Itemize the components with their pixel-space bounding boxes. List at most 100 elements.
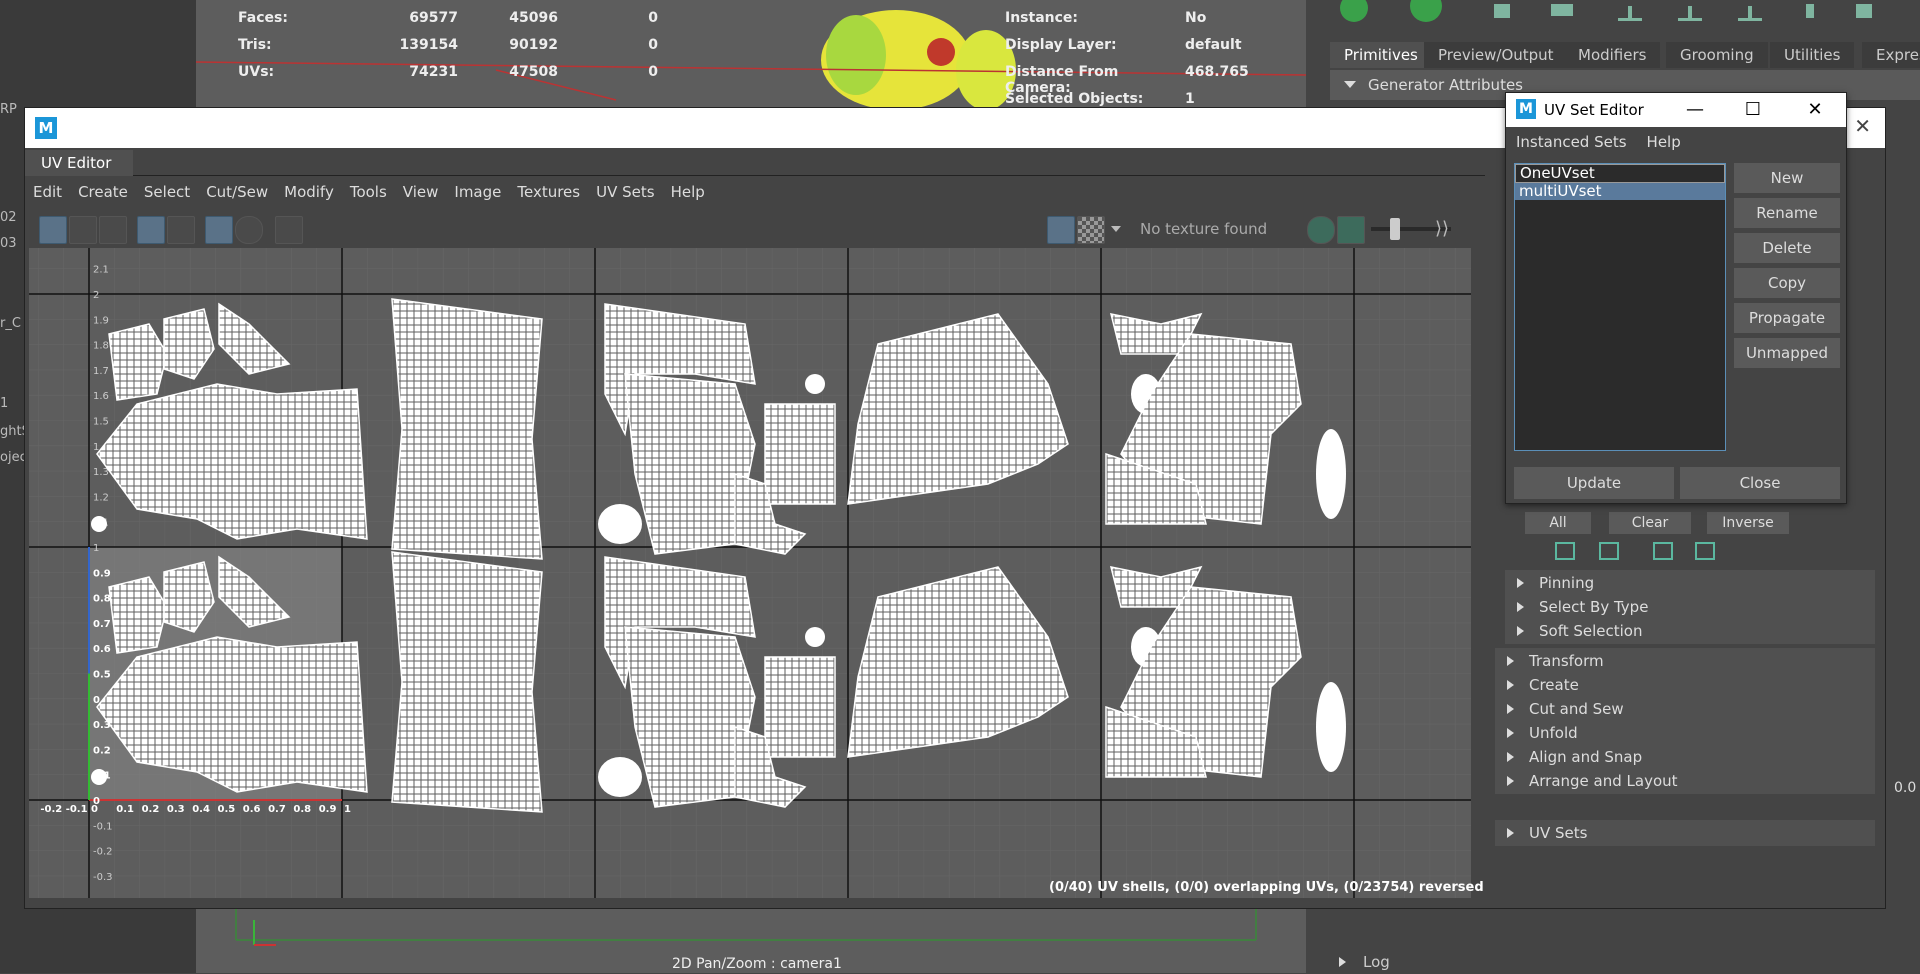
menu-help[interactable]: Help bbox=[1637, 133, 1691, 151]
x-tick-label: 0.4 bbox=[192, 804, 210, 815]
fold-select-by-type[interactable]: Select By Type bbox=[1505, 594, 1875, 620]
menu-uv-sets[interactable]: UV Sets bbox=[588, 183, 662, 201]
menu-select[interactable]: Select bbox=[136, 183, 198, 201]
fold-unfold[interactable]: Unfold bbox=[1495, 720, 1875, 746]
list-item-selected[interactable]: multiUVset bbox=[1515, 183, 1725, 200]
shell-display-icon[interactable] bbox=[69, 216, 97, 244]
value-field[interactable]: 0.0 bbox=[1894, 780, 1916, 796]
copy-button[interactable]: Copy bbox=[1734, 268, 1840, 298]
uv-shell[interactable] bbox=[764, 656, 836, 758]
tab-expressions[interactable]: Expressi bbox=[1862, 42, 1920, 68]
select-shell-icon[interactable] bbox=[1653, 542, 1673, 560]
pixel-snap-icon[interactable] bbox=[167, 216, 195, 244]
y-tick-label: 0.2 bbox=[93, 745, 111, 756]
menu-image[interactable]: Image bbox=[446, 183, 509, 201]
uv-canvas[interactable]: 2.121.91.81.71.61.51.41.31.21.110.90.80.… bbox=[29, 248, 1471, 898]
menu-textures[interactable]: Textures bbox=[509, 183, 588, 201]
uv-shell[interactable] bbox=[1316, 429, 1346, 519]
log-header[interactable]: Log bbox=[1325, 950, 1390, 974]
uv-set-editor-dialog[interactable]: M UV Set Editor — ☐ ✕ Instanced Sets Hel… bbox=[1505, 92, 1847, 504]
fold-align-and-snap[interactable]: Align and Snap bbox=[1495, 744, 1875, 770]
hud-value: 69577 bbox=[409, 10, 458, 26]
tab-uv-editor[interactable]: UV Editor bbox=[25, 150, 133, 176]
uv-shell[interactable] bbox=[847, 313, 1069, 505]
uv-shell[interactable] bbox=[91, 516, 107, 532]
rename-button[interactable]: Rename bbox=[1734, 198, 1840, 228]
menu-create[interactable]: Create bbox=[70, 183, 136, 201]
uv-shell[interactable] bbox=[391, 298, 543, 560]
uv-shell[interactable] bbox=[847, 566, 1069, 758]
camera-icon[interactable] bbox=[275, 216, 303, 244]
uv-set-list[interactable]: OneUVset multiUVset bbox=[1514, 163, 1726, 451]
uv-display-icon[interactable] bbox=[39, 216, 67, 244]
uv-set-editor-titlebar[interactable]: M UV Set Editor — ☐ ✕ bbox=[1506, 93, 1846, 127]
menu-view[interactable]: View bbox=[395, 183, 447, 201]
tab-utilities[interactable]: Utilities bbox=[1770, 42, 1855, 68]
fold-cut-and-sew[interactable]: Cut and Sew bbox=[1495, 696, 1875, 722]
uv-shell[interactable] bbox=[598, 504, 642, 544]
close-button[interactable]: Close bbox=[1680, 467, 1840, 499]
uv-shell[interactable] bbox=[91, 769, 107, 785]
menu-instanced-sets[interactable]: Instanced Sets bbox=[1506, 133, 1637, 151]
tab-primitives[interactable]: Primitives bbox=[1330, 42, 1432, 68]
select-border-icon[interactable] bbox=[1695, 542, 1715, 560]
uv-shell[interactable] bbox=[218, 302, 291, 375]
new-button[interactable]: New bbox=[1734, 163, 1840, 193]
select-all-button[interactable]: All bbox=[1525, 512, 1591, 534]
checker-icon[interactable] bbox=[1077, 216, 1105, 244]
chevron-down-icon[interactable] bbox=[1111, 226, 1121, 232]
select-inverse-button[interactable]: Inverse bbox=[1707, 512, 1789, 534]
fold-pinning[interactable]: Pinning bbox=[1505, 570, 1875, 596]
uv-shell[interactable] bbox=[764, 403, 836, 505]
fold-create[interactable]: Create bbox=[1495, 672, 1875, 698]
tab-modifiers[interactable]: Modifiers bbox=[1564, 42, 1661, 68]
uv-grid-icon[interactable] bbox=[205, 216, 233, 244]
unmapped-button[interactable]: Unmapped bbox=[1734, 338, 1840, 368]
uv-shell[interactable] bbox=[598, 757, 642, 797]
shrink-selection-icon[interactable] bbox=[1599, 542, 1619, 560]
menu-cut-sew[interactable]: Cut/Sew bbox=[198, 183, 276, 201]
chevron-down-icon bbox=[1344, 81, 1356, 88]
uv-shell[interactable] bbox=[1316, 682, 1346, 772]
grow-selection-icon[interactable] bbox=[1555, 542, 1575, 560]
close-icon[interactable]: ✕ bbox=[1854, 114, 1871, 138]
texture-slider-thumb[interactable] bbox=[1390, 218, 1400, 240]
distortion-icon[interactable] bbox=[235, 216, 263, 244]
exposure-icon[interactable] bbox=[1307, 216, 1335, 244]
uv-shell[interactable] bbox=[805, 374, 825, 394]
uv-shell[interactable] bbox=[163, 308, 215, 380]
y-tick-label: 1 bbox=[93, 543, 99, 554]
menu-modify[interactable]: Modify bbox=[276, 183, 342, 201]
toolbar-expand-icon[interactable]: ⟩⟩ bbox=[1435, 218, 1449, 239]
fold-soft-selection[interactable]: Soft Selection bbox=[1505, 618, 1875, 644]
x-tick-label: 0.9 bbox=[319, 804, 337, 815]
y-tick-label: 0.7 bbox=[93, 619, 111, 630]
shaded-display-icon[interactable] bbox=[99, 216, 127, 244]
fold-uv-sets[interactable]: UV Sets bbox=[1495, 820, 1875, 846]
propagate-button[interactable]: Propagate bbox=[1734, 303, 1840, 333]
list-item[interactable]: OneUVset bbox=[1515, 164, 1725, 183]
uv-shell[interactable] bbox=[96, 383, 368, 540]
fold-arrange-and-layout[interactable]: Arrange and Layout bbox=[1495, 768, 1875, 794]
uv-shell[interactable] bbox=[391, 551, 543, 813]
close-icon[interactable]: ✕ bbox=[1802, 97, 1828, 123]
update-button[interactable]: Update bbox=[1514, 467, 1674, 499]
gamma-icon[interactable] bbox=[1337, 216, 1365, 244]
outliner-text: r_C bbox=[0, 316, 21, 331]
fold-transform[interactable]: Transform bbox=[1495, 648, 1875, 674]
uv-shell[interactable] bbox=[805, 627, 825, 647]
fold-label: Align and Snap bbox=[1529, 748, 1643, 766]
menu-tools[interactable]: Tools bbox=[342, 183, 395, 201]
tab-grooming[interactable]: Grooming bbox=[1666, 42, 1768, 68]
grid-toggle-icon[interactable] bbox=[137, 216, 165, 244]
menu-edit[interactable]: Edit bbox=[25, 183, 70, 201]
delete-button[interactable]: Delete bbox=[1734, 233, 1840, 263]
select-clear-button[interactable]: Clear bbox=[1609, 512, 1691, 534]
uv-shell[interactable] bbox=[108, 323, 168, 401]
image-display-icon[interactable] bbox=[1047, 216, 1075, 244]
maximize-icon[interactable]: ☐ bbox=[1740, 97, 1766, 123]
menu-help[interactable]: Help bbox=[663, 183, 713, 201]
tab-preview-output[interactable]: Preview/Output bbox=[1424, 42, 1568, 68]
hud-value: 0 bbox=[648, 10, 658, 26]
minimize-icon[interactable]: — bbox=[1682, 97, 1708, 123]
